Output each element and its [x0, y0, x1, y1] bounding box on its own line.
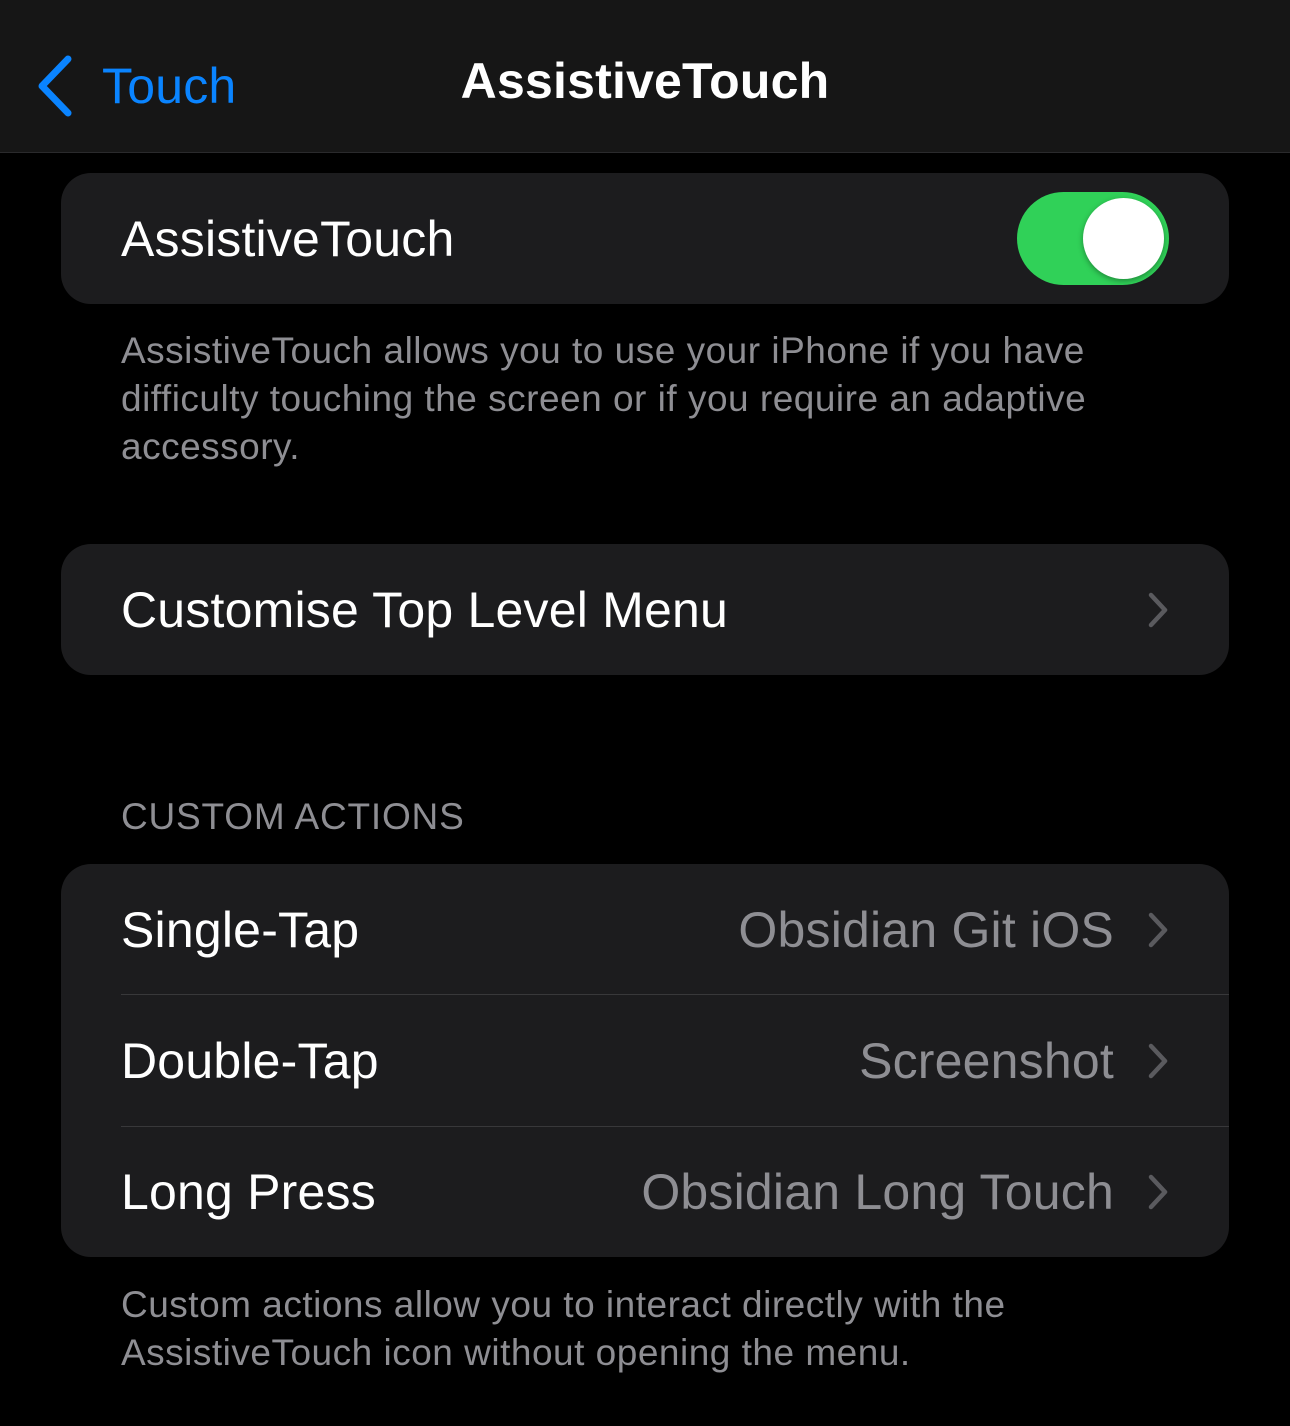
- double-tap-row[interactable]: Double-Tap Screenshot: [61, 995, 1229, 1126]
- single-tap-row[interactable]: Single-Tap Obsidian Git iOS: [61, 864, 1229, 995]
- long-press-row[interactable]: Long Press Obsidian Long Touch: [61, 1126, 1229, 1257]
- custom-actions-header: CUSTOM ACTIONS: [121, 796, 465, 837]
- chevron-right-icon: [1148, 1174, 1168, 1209]
- customise-top-level-menu-label: Customise Top Level Menu: [121, 581, 728, 638]
- assistive-touch-description: AssistiveTouch allows you to use your iP…: [121, 330, 1087, 467]
- page-title: AssistiveTouch: [460, 53, 830, 109]
- double-tap-label: Double-Tap: [121, 1032, 379, 1089]
- assistive-touch-toggle[interactable]: [1017, 192, 1169, 285]
- navigation-bar: Touch AssistiveTouch: [0, 0, 1290, 153]
- chevron-right-icon: [1148, 1043, 1168, 1078]
- single-tap-value: Obsidian Git iOS: [738, 901, 1114, 958]
- double-tap-value: Screenshot: [859, 1032, 1114, 1089]
- custom-actions-description: Custom actions allow you to interact dir…: [121, 1284, 1006, 1373]
- chevron-right-icon: [1148, 592, 1168, 627]
- custom-actions-card: Single-Tap Obsidian Git iOS Double-Tap S…: [61, 864, 1229, 1257]
- chevron-right-icon: [1148, 912, 1168, 947]
- customise-top-level-menu-row[interactable]: Customise Top Level Menu: [61, 544, 1229, 675]
- customise-menu-card: Customise Top Level Menu: [61, 544, 1229, 675]
- long-press-label: Long Press: [121, 1163, 376, 1220]
- assistive-touch-label: AssistiveTouch: [121, 210, 455, 267]
- assistive-touch-card: AssistiveTouch: [61, 173, 1229, 304]
- long-press-value: Obsidian Long Touch: [641, 1163, 1114, 1220]
- assistive-touch-row: AssistiveTouch: [61, 173, 1229, 304]
- toggle-knob: [1083, 198, 1164, 279]
- single-tap-label: Single-Tap: [121, 901, 360, 958]
